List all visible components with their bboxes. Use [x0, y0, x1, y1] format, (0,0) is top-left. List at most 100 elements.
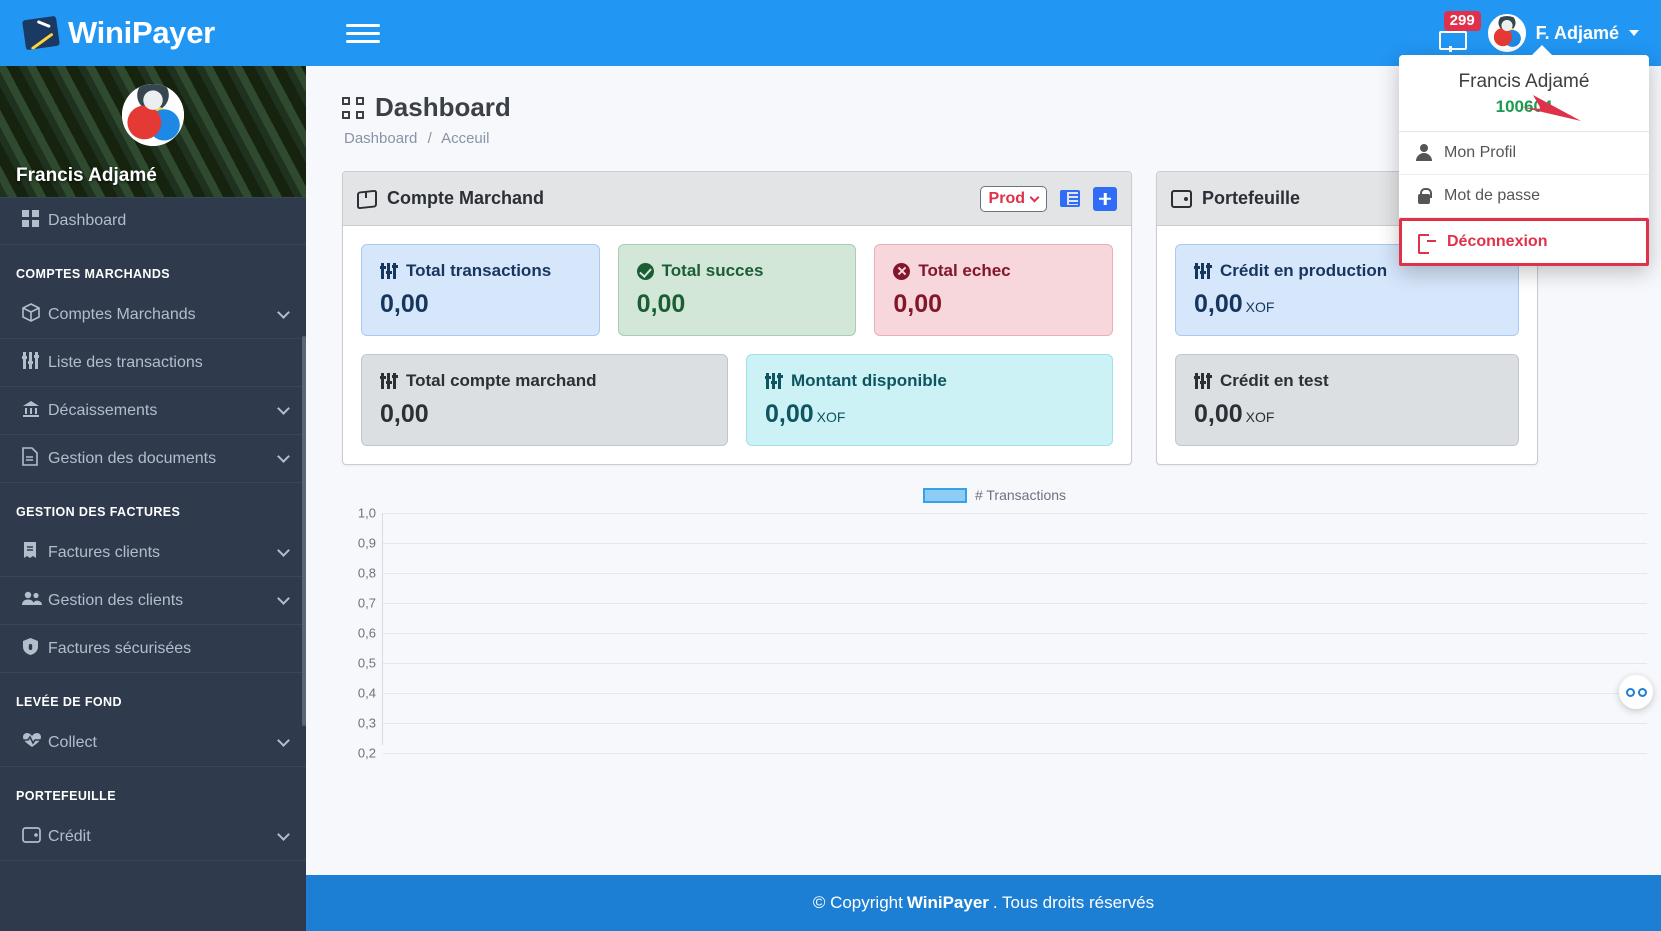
bank-icon — [22, 400, 48, 422]
sidebar: Francis Adjamé Dashboard COMPTES MARCHAN… — [0, 66, 306, 931]
stat-value: 0,00 XOF — [1194, 290, 1500, 319]
stat-label-text: Total compte marchand — [406, 371, 597, 390]
invoice-icon — [22, 541, 48, 564]
menu-item-label: Déconnexion — [1447, 233, 1548, 250]
hamburger-bar — [346, 31, 380, 35]
stat-card-total-echec: Total echec 0,00 — [874, 244, 1114, 336]
winipayer-logo-icon — [22, 15, 60, 51]
y-axis-tick-label: 0,8 — [357, 565, 376, 581]
menu-item-profile[interactable]: Mon Profil — [1399, 132, 1649, 175]
environment-select-value: Prod — [988, 189, 1025, 207]
stat-label: Total transactions — [379, 261, 581, 281]
notifications-button[interactable]: 299 — [1436, 11, 1481, 53]
chart-legend: # Transactions — [342, 487, 1647, 503]
stat-label-text: Montant disponible — [791, 371, 947, 390]
avatar — [1487, 14, 1526, 52]
sidebar-section-title: COMPTES MARCHANDS — [16, 267, 171, 281]
sliders-icon — [22, 351, 48, 374]
footer-prefix: © Copyright — [812, 893, 903, 912]
user-menu-button[interactable]: F. Adjamé — [1487, 14, 1639, 52]
hamburger-bar — [346, 23, 380, 27]
merchant-account-panel: Compte Marchand Prod Total transactions … — [342, 171, 1132, 465]
sidebar-item-collect[interactable]: Collect — [0, 719, 306, 767]
y-axis-tick-label: 0,9 — [357, 535, 376, 551]
y-axis-tick-label: 0,5 — [357, 655, 376, 671]
environment-select[interactable]: Prod — [979, 185, 1047, 212]
stat-label: Total compte marchand — [379, 371, 709, 391]
box-icon — [357, 188, 377, 209]
sidebar-item-label: Gestion des documents — [48, 449, 217, 467]
sidebar-item-liste-transactions[interactable]: Liste des transactions — [0, 339, 306, 387]
sidebar-section-title: LEVÉE DE FOND — [16, 695, 122, 709]
footer-brand: WiniPayer — [906, 893, 989, 912]
stat-card-total-compte-marchand: Total compte marchand 0,00 — [361, 354, 728, 446]
stat-label: Crédit en test — [1193, 371, 1500, 391]
list-view-button[interactable] — [1057, 187, 1083, 211]
shield-icon — [22, 637, 48, 661]
grid-icon — [342, 96, 364, 119]
sidebar-item-gestion-documents[interactable]: Gestion des documents — [0, 435, 306, 483]
menu-item-logout[interactable]: Déconnexion — [1399, 95, 1649, 266]
brand-name: WiniPayer — [68, 15, 215, 50]
sliders-icon — [379, 373, 398, 389]
sidebar-item-factures-securisees[interactable]: Factures sécurisées — [0, 625, 306, 673]
chevron-down-icon — [277, 450, 290, 463]
stat-currency: XOF — [1245, 299, 1275, 315]
check-circle-icon — [636, 262, 654, 280]
sidebar-section-title: GESTION DES FACTURES — [16, 505, 181, 519]
wallet-icon — [1171, 189, 1192, 208]
y-axis-tick-label: 0,7 — [357, 595, 376, 611]
stat-value: 0,00 — [380, 290, 429, 318]
person-icon — [1415, 144, 1433, 162]
stat-label-text: Crédit en test — [1220, 371, 1329, 390]
stat-label: Total succes — [636, 261, 838, 281]
merchant-stat-row-2: Total compte marchand 0,00 Montant dispo… — [361, 354, 1113, 446]
sidebar-item-comptes-marchands[interactable]: Comptes Marchands — [0, 291, 306, 339]
stat-amount: 0,00 — [1194, 290, 1243, 318]
sidebar-item-credit[interactable]: Crédit — [0, 813, 306, 861]
chat-widget-button[interactable] — [1619, 675, 1653, 709]
sidebar-item-decaissements[interactable]: Décaissements — [0, 387, 306, 435]
box-icon — [22, 302, 48, 327]
sliders-icon — [1193, 263, 1212, 279]
stat-card-total-succes: Total succes 0,00 — [617, 244, 857, 336]
stat-value: 0,00 XOF — [765, 400, 1094, 429]
menu-item-password[interactable]: Mot de passe — [1399, 175, 1649, 218]
sidebar-item-factures-clients[interactable]: Factures clients — [0, 529, 306, 577]
pulse-icon — [22, 732, 48, 753]
logout-icon — [1418, 233, 1436, 254]
gridline — [383, 663, 1647, 664]
stat-currency: XOF — [1245, 409, 1275, 425]
brand[interactable]: WiniPayer — [0, 15, 324, 51]
y-axis-tick-label: 1,0 — [357, 505, 376, 521]
stat-value: 0,00 — [893, 290, 943, 318]
merchant-panel-header: Compte Marchand Prod — [343, 172, 1131, 226]
menu-toggle-button[interactable] — [346, 19, 380, 48]
transactions-chart: # Transactions 1,0 0,9 0,8 0,7 0,6 0,5 0,4 0,3 0… — [342, 487, 1647, 761]
gridline — [383, 603, 1647, 604]
sidebar-item-label: Collect — [48, 733, 97, 751]
merchant-panel-title: Compte Marchand — [357, 188, 544, 209]
stat-label-text: Total echec — [918, 261, 1011, 280]
gridline — [383, 513, 1647, 514]
page-title-text: Dashboard — [375, 92, 511, 122]
chat-eye-icon — [1637, 687, 1647, 697]
add-merchant-account-button[interactable] — [1093, 186, 1117, 211]
sliders-icon — [764, 373, 783, 389]
lock-icon — [1415, 187, 1433, 205]
gridline — [383, 573, 1647, 574]
sidebar-item-label: Factures sécurisées — [48, 639, 192, 657]
breadcrumb-parent[interactable]: Dashboard — [344, 130, 417, 147]
sidebar-scrollbar[interactable] — [302, 336, 306, 726]
wallet-stat-row-2: Crédit en test 0,00 XOF — [1175, 354, 1519, 446]
stat-amount: 0,00 — [765, 400, 814, 428]
app-root: WiniPayer 299 F. Adjamé Francis Adjamé 1… — [0, 0, 1661, 931]
gridline — [383, 723, 1647, 724]
sidebar-item-gestion-clients[interactable]: Gestion des clients — [0, 577, 306, 625]
y-axis-tick-label: 0,4 — [357, 685, 376, 701]
chart-y-axis: 1,0 0,9 0,8 0,7 0,6 0,5 0,4 0,3 0,2 — [342, 506, 376, 761]
gridline — [383, 753, 1647, 754]
sidebar-item-dashboard[interactable]: Dashboard — [0, 197, 306, 245]
menu-item-label: Mot de passe — [1444, 187, 1541, 204]
stat-label: Montant disponible — [764, 371, 1094, 391]
